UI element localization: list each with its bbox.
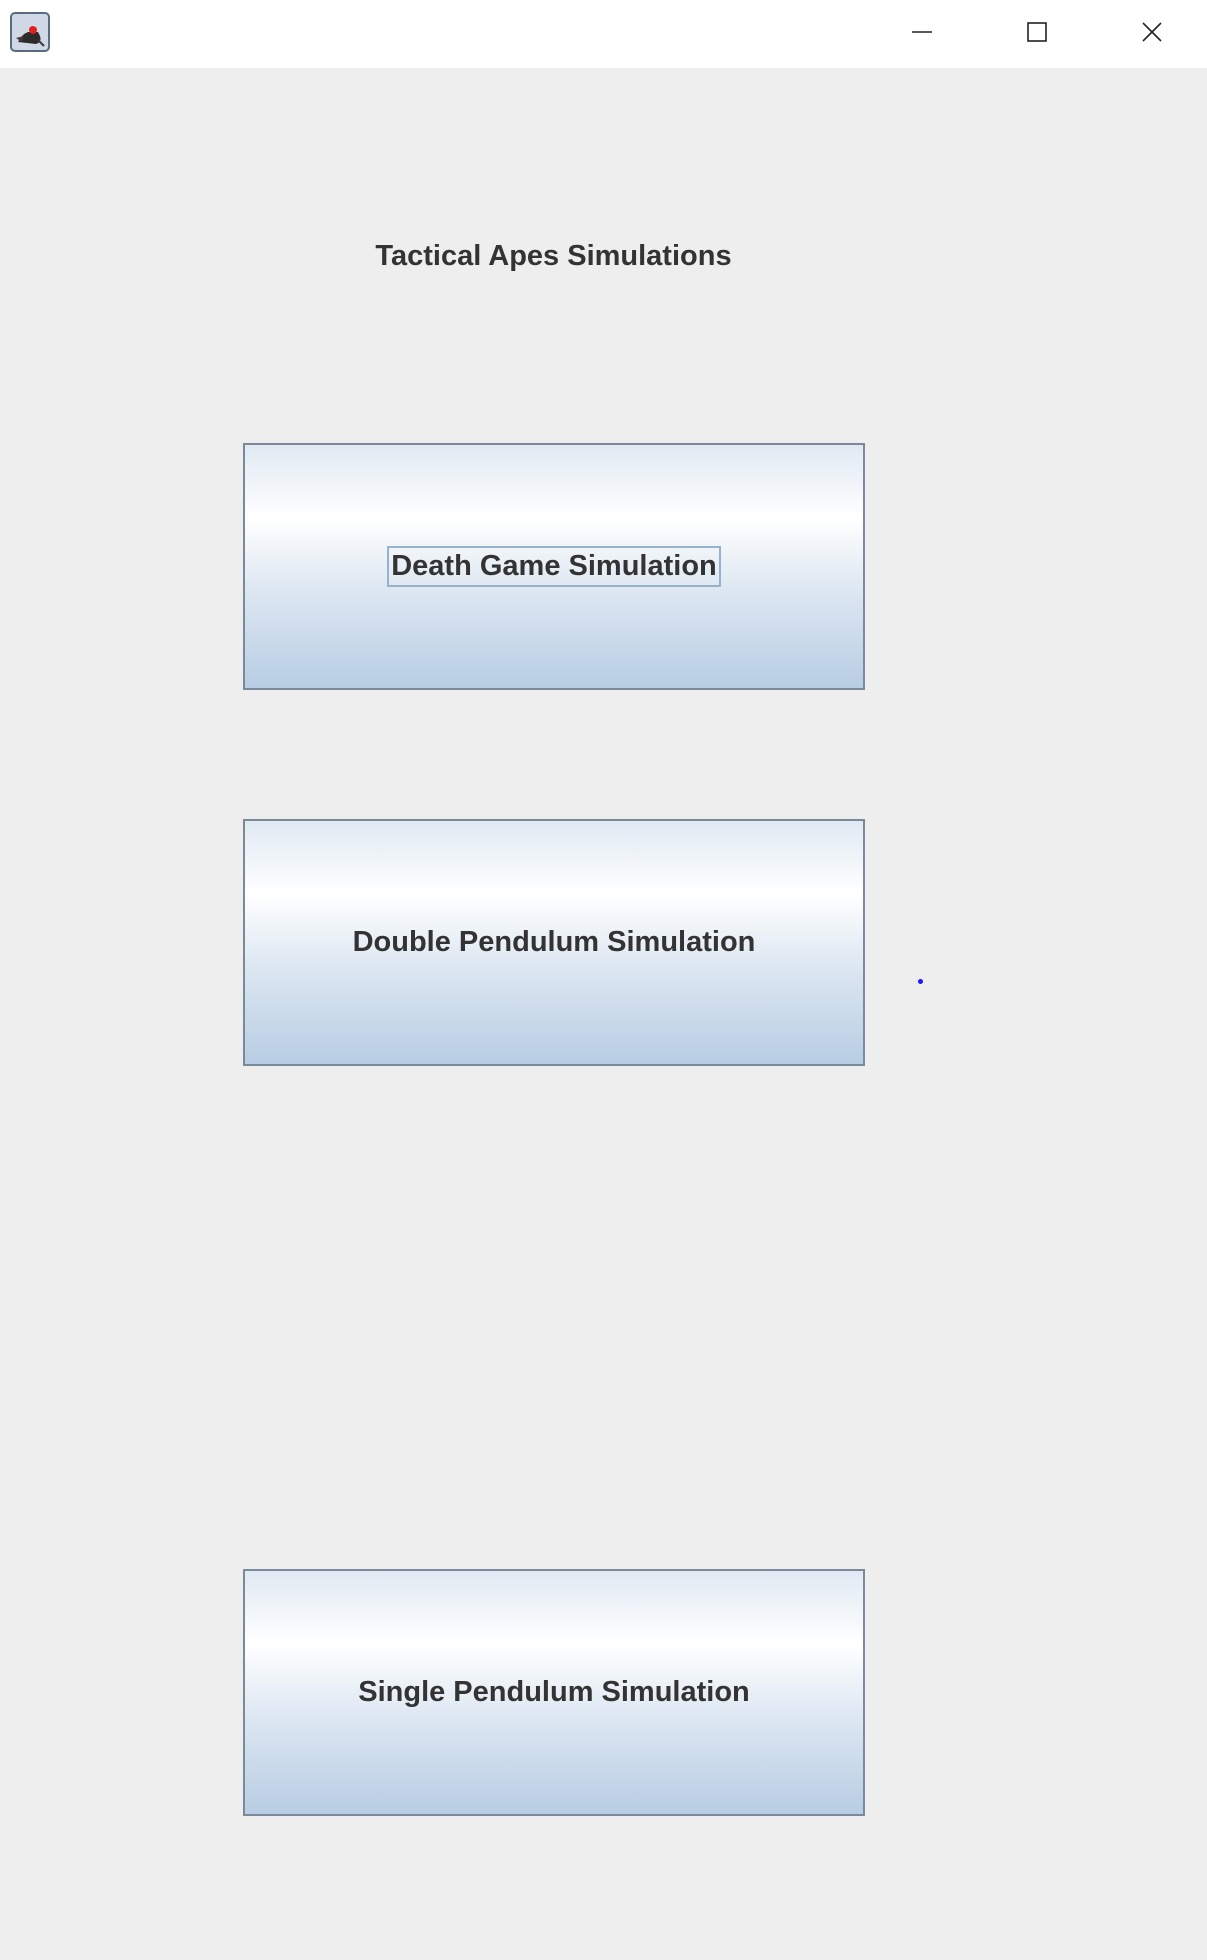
death-game-simulation-button[interactable]: Death Game Simulation — [243, 443, 865, 690]
blue-dot — [918, 979, 923, 984]
single-pendulum-simulation-button[interactable]: Single Pendulum Simulation — [243, 1569, 865, 1816]
minimize-button[interactable] — [864, 0, 979, 64]
maximize-icon — [1026, 22, 1047, 42]
main-panel: Tactical Apes Simulations Death Game Sim… — [0, 68, 1207, 1960]
double-pendulum-simulation-button[interactable]: Double Pendulum Simulation — [243, 819, 865, 1066]
maximize-button[interactable] — [979, 0, 1094, 64]
close-icon — [1141, 22, 1162, 42]
button-label: Double Pendulum Simulation — [352, 926, 756, 958]
close-button[interactable] — [1094, 0, 1207, 64]
page-title: Tactical Apes Simulations — [375, 240, 732, 272]
window-titlebar — [0, 0, 1207, 68]
button-label: Single Pendulum Simulation — [358, 1676, 750, 1708]
java-duke-icon[interactable] — [10, 12, 50, 52]
button-label: Death Game Simulation — [387, 546, 721, 587]
minimize-icon — [911, 31, 932, 33]
